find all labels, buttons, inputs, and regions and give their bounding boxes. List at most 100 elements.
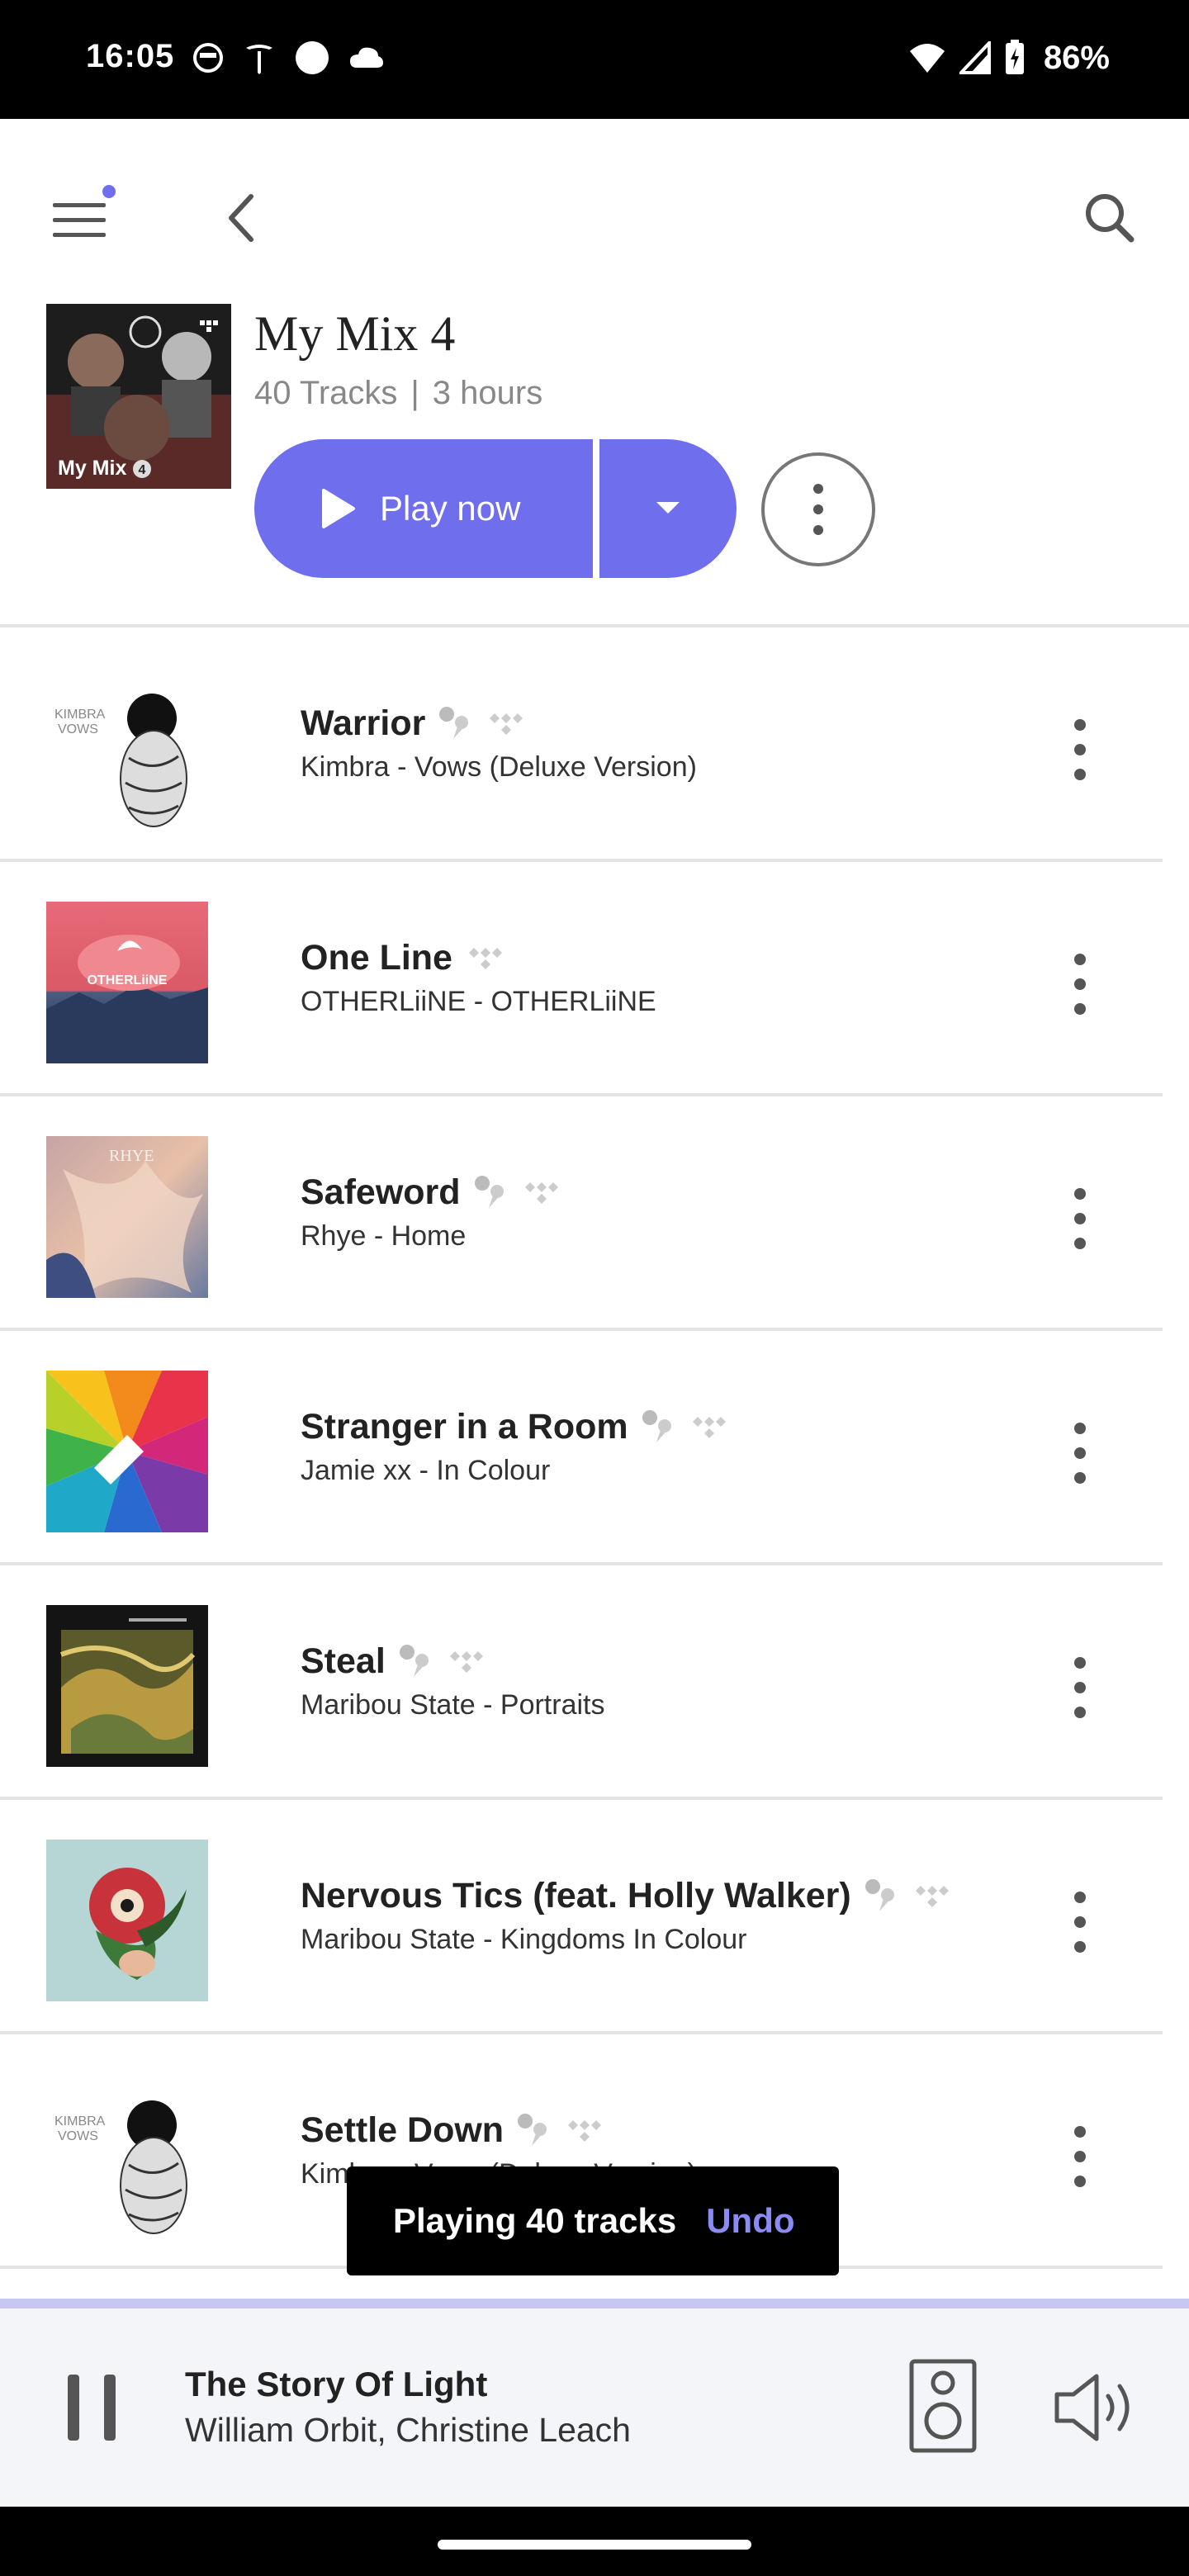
more-icon xyxy=(1074,2126,1086,2187)
search-button[interactable] xyxy=(1077,185,1143,251)
track-title-row: Steal xyxy=(301,1641,488,1682)
playback-progress[interactable] xyxy=(0,2299,1189,2308)
wifi-icon xyxy=(909,44,945,73)
track-title: One Line xyxy=(301,938,452,978)
play-now-label: Play now xyxy=(380,489,521,528)
now-playing-bar[interactable]: The Story Of Light William Orbit, Christ… xyxy=(0,2308,1189,2507)
track-title: Safeword xyxy=(301,1172,461,1212)
download-icon xyxy=(518,2113,547,2146)
dropdown-icon xyxy=(656,502,680,514)
tesla-icon xyxy=(246,45,272,74)
track-artwork xyxy=(46,1840,208,2001)
play-icon xyxy=(322,489,355,528)
track-title: Steal xyxy=(301,1641,386,1681)
play-now-button[interactable]: Play now xyxy=(254,439,593,578)
volume-button[interactable] xyxy=(1054,2371,1144,2444)
mix-more-button[interactable] xyxy=(761,452,875,566)
back-button[interactable] xyxy=(218,185,271,251)
cloud-icon xyxy=(350,47,383,68)
track-row[interactable]: Steal Maribou State - Portraits xyxy=(0,1565,1189,1800)
now-playing-title: The Story Of Light xyxy=(185,2365,488,2403)
track-more-button[interactable] xyxy=(1054,945,1106,1024)
home-gesture-bar[interactable] xyxy=(438,2540,751,2550)
track-subtitle: Jamie xx - In Colour xyxy=(301,1455,551,1486)
system-icons: 86% xyxy=(908,36,1110,79)
track-title: Stranger in a Room xyxy=(301,1407,628,1447)
notification-dot xyxy=(102,185,116,198)
more-icon xyxy=(1074,954,1086,1015)
art-text-otherliine: OTHERLiiNE xyxy=(88,973,168,987)
snackbar: Playing 40 tracks Undo xyxy=(347,2166,839,2275)
tidal-icon xyxy=(490,713,523,735)
volume-icon xyxy=(1054,2374,1130,2441)
system-nav-bar xyxy=(0,2507,1189,2576)
track-artwork: RHYE xyxy=(46,1136,208,1298)
track-row[interactable]: OTHERLiiNE One Line OTHERLiiNE - OTHERLi… xyxy=(0,862,1189,1096)
mix-number-badge-icon: 4 xyxy=(133,460,152,479)
app-header xyxy=(0,119,1189,304)
mix-meta: 40 Tracks | 3 hours xyxy=(254,375,542,412)
track-title-row: Settle Down xyxy=(301,2110,606,2151)
track-title: Settle Down xyxy=(301,2110,504,2150)
art-text-kimbra: KIMBRA xyxy=(54,2114,106,2129)
mix-duration: 3 hours xyxy=(432,375,543,411)
tidal-icon xyxy=(524,1181,558,1204)
undo-button[interactable]: Undo xyxy=(706,2201,794,2241)
track-more-button[interactable] xyxy=(1054,1413,1106,1493)
status-time: 16:05 xyxy=(86,38,175,74)
now-playing-artist: William Orbit, Christine Leach xyxy=(185,2411,631,2449)
menu-button[interactable] xyxy=(50,185,116,251)
track-subtitle: Rhye - Home xyxy=(301,1220,467,1252)
download-icon xyxy=(439,706,469,739)
track-subtitle: OTHERLiiNE - OTHERLiiNE xyxy=(301,986,656,1017)
art-text-vows: VOWS xyxy=(58,2129,98,2143)
track-artwork: KIMBRA VOWS xyxy=(46,667,208,829)
track-artwork xyxy=(46,1605,208,1767)
track-more-button[interactable] xyxy=(1054,1882,1106,1962)
track-subtitle: Maribou State - Kingdoms In Colour xyxy=(301,1924,747,1955)
battery-percent: 86% xyxy=(1043,39,1110,76)
mix-track-count: 40 Tracks xyxy=(254,375,398,411)
mix-art-label-text: My Mix xyxy=(58,457,127,480)
pause-button[interactable] xyxy=(63,2371,122,2444)
tidal-icon xyxy=(468,947,502,969)
face-icon xyxy=(193,43,223,73)
circle-icon xyxy=(296,41,329,74)
more-icon xyxy=(1074,719,1086,780)
track-title: Warrior xyxy=(301,703,426,743)
track-row[interactable]: KIMBRA VOWS Warrior Kimbra - Vows (Delux… xyxy=(0,627,1189,862)
mix-artwork: My Mix 4 xyxy=(46,304,231,489)
more-icon xyxy=(1074,1657,1086,1718)
track-row[interactable]: Stranger in a Room Jamie xx - In Colour xyxy=(0,1331,1189,1565)
art-text-rhye: RHYE xyxy=(109,1147,154,1165)
track-title: Nervous Tics (feat. Holly Walker) xyxy=(301,1876,851,1915)
track-title-row: Stranger in a Room xyxy=(301,1407,731,1447)
track-more-button[interactable] xyxy=(1054,710,1106,789)
play-options-button[interactable] xyxy=(599,439,737,578)
track-artwork: OTHERLiiNE xyxy=(46,902,208,1063)
track-more-button[interactable] xyxy=(1054,2117,1106,2196)
mix-title: My Mix 4 xyxy=(254,306,456,361)
track-more-button[interactable] xyxy=(1054,1648,1106,1727)
art-text-vows: VOWS xyxy=(58,722,98,736)
download-icon xyxy=(474,1175,504,1208)
speaker-button[interactable] xyxy=(908,2358,978,2454)
battery-icon xyxy=(1005,40,1024,74)
track-row[interactable]: Nervous Tics (feat. Holly Walker) Maribo… xyxy=(0,1800,1189,2034)
track-title-row: Safeword xyxy=(301,1172,563,1213)
track-more-button[interactable] xyxy=(1054,1179,1106,1258)
track-artwork: KIMBRA VOWS xyxy=(46,2074,208,2236)
more-icon xyxy=(1074,1423,1086,1484)
tidal-icon xyxy=(915,1885,949,1907)
search-icon xyxy=(1086,194,1135,243)
status-bar: 16:05 86% xyxy=(0,0,1189,119)
track-title-row: Warrior xyxy=(301,703,528,744)
mix-meta-separator: | xyxy=(410,375,419,411)
notification-icons xyxy=(192,40,385,76)
track-row[interactable]: RHYE Safeword Rhye - Home xyxy=(0,1096,1189,1331)
pause-icon xyxy=(68,2375,116,2441)
tidal-icon xyxy=(568,2119,602,2142)
mix-artwork-label: My Mix 4 xyxy=(58,457,152,481)
more-icon xyxy=(1074,1188,1086,1249)
track-list: KIMBRA VOWS Warrior Kimbra - Vows (Delux… xyxy=(0,627,1189,2269)
